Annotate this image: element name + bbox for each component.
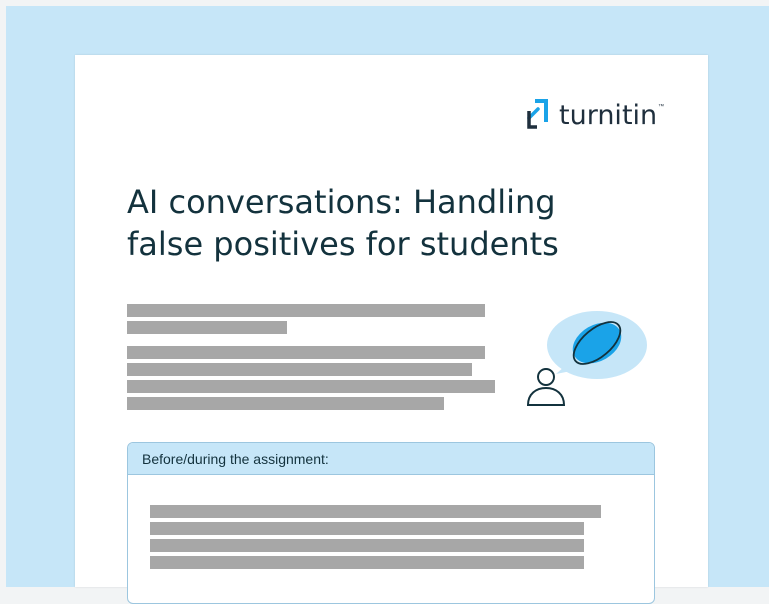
page-title: AI conversations: Handling false positiv… <box>127 181 627 265</box>
title-line-1: AI conversations: Handling <box>127 183 556 221</box>
placeholder-text-line <box>150 505 601 518</box>
placeholder-text-line <box>127 380 495 393</box>
placeholder-text-line <box>127 363 472 376</box>
placeholder-text-line <box>127 321 287 334</box>
logo-wordmark: turnitin <box>559 99 658 131</box>
trademark-symbol: ™ <box>658 104 665 110</box>
person-icon <box>526 368 566 406</box>
placeholder-text-line <box>127 397 444 410</box>
document-page: turnitin ™ AI conversations: Handling fa… <box>75 55 708 604</box>
turnitin-logo: turnitin ™ <box>525 95 664 135</box>
turnitin-logo-icon <box>527 99 548 129</box>
section-header: Before/during the assignment: <box>128 443 654 475</box>
placeholder-text-line <box>127 346 485 359</box>
placeholder-text-line <box>150 539 584 552</box>
placeholder-text-line <box>127 304 485 317</box>
placeholder-text-line <box>150 556 584 569</box>
conversation-illustration <box>526 311 647 406</box>
before-during-assignment-section: Before/during the assignment: <box>127 442 655 604</box>
title-line-2: false positives for students <box>127 225 559 263</box>
placeholder-text-line <box>150 522 584 535</box>
